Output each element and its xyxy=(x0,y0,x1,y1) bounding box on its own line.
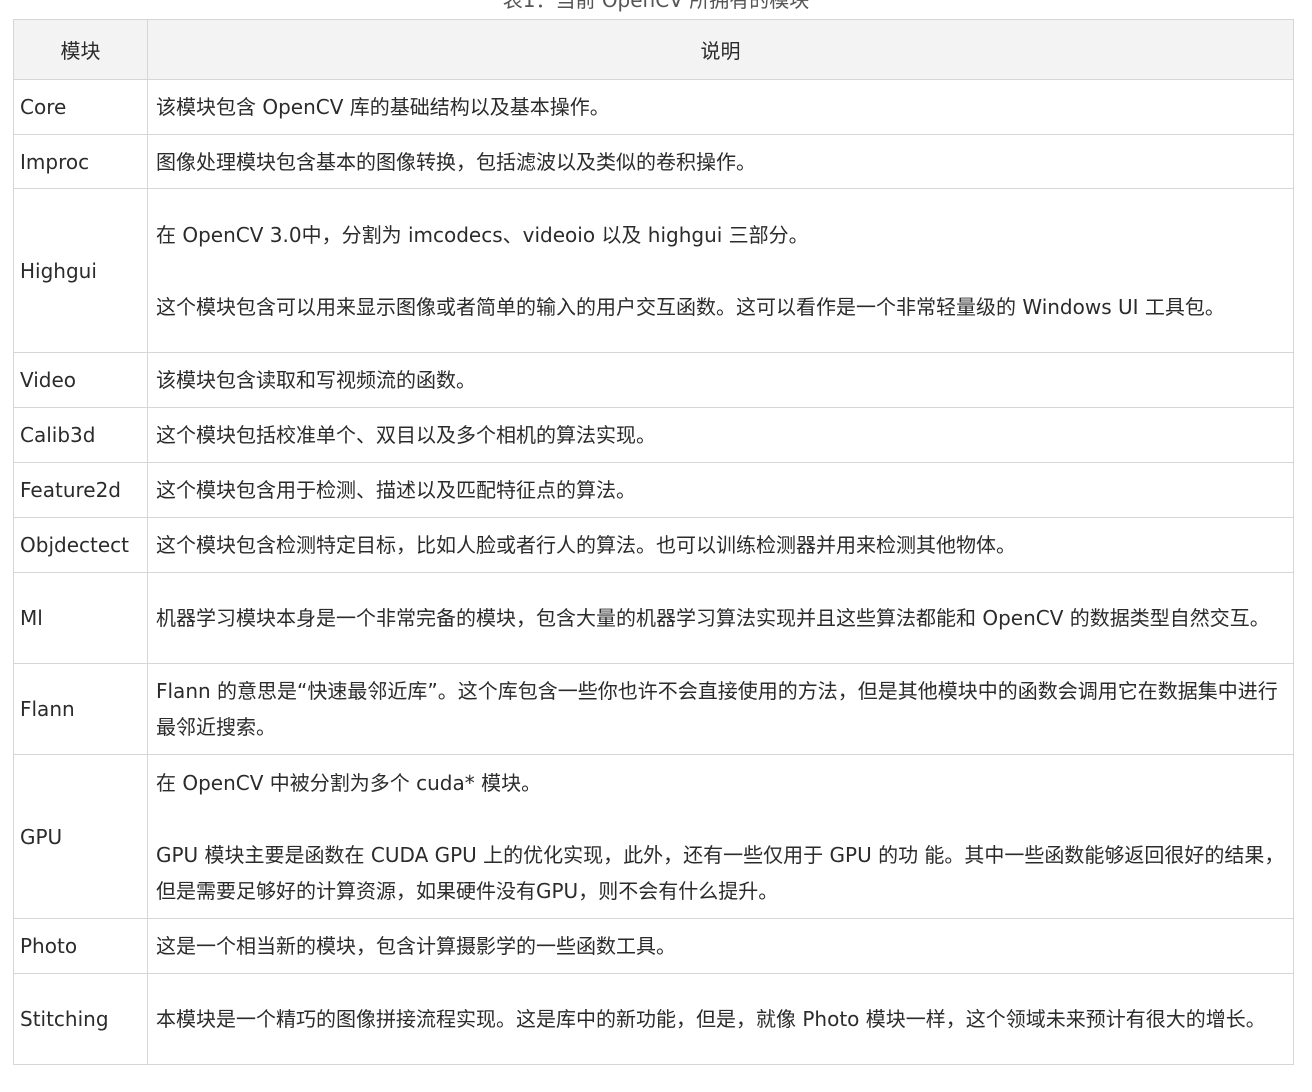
description-text: 本模块是一个精巧的图像拼接流程实现。这是库中的新功能，但是，就像 Photo 模… xyxy=(156,1007,1266,1031)
table-row: Improc 图像处理模块包含基本的图像转换，包括滤波以及类似的卷积操作。 xyxy=(13,134,1294,189)
description-text: 这个模块包括校准单个、双目以及多个相机的算法实现。 xyxy=(156,423,656,447)
module-description: Flann 的意思是“快速最邻近库”。这个库包含一些你也许不会直接使用的方法，但… xyxy=(147,663,1294,755)
description-text: 这是一个相当新的模块，包含计算摄影学的一些函数工具。 xyxy=(156,934,676,958)
module-description: 该模块包含 OpenCV 库的基础结构以及基本操作。 xyxy=(147,79,1294,135)
module-description: 这是一个相当新的模块，包含计算摄影学的一些函数工具。 xyxy=(147,918,1294,974)
description-text: 这个模块包含用于检测、描述以及匹配特征点的算法。 xyxy=(156,478,636,502)
table-row: Stitching 本模块是一个精巧的图像拼接流程实现。这是库中的新功能，但是，… xyxy=(13,973,1294,1065)
table-row: Photo 这是一个相当新的模块，包含计算摄影学的一些函数工具。 xyxy=(13,918,1294,974)
module-description: 这个模块包含检测特定目标，比如人脸或者行人的算法。也可以训练检测器并用来检测其他… xyxy=(147,517,1294,573)
module-name: Objdectect xyxy=(13,517,148,573)
description-text: 图像处理模块包含基本的图像转换，包括滤波以及类似的卷积操作。 xyxy=(156,149,756,174)
description-text: Flann 的意思是“快速最邻近库”。这个库包含一些你也许不会直接使用的方法，但… xyxy=(156,679,1278,739)
description-text: 该模块包含 OpenCV 库的基础结构以及基本操作。 xyxy=(156,95,610,119)
module-name: Stitching xyxy=(13,973,148,1065)
table-row: GPU 在 OpenCV 中被分割为多个 cuda* 模块。 GPU 模块主要是… xyxy=(13,754,1294,919)
table-row: Ml 机器学习模块本身是一个非常完备的模块，包含大量的机器学习算法实现并且这些算… xyxy=(13,572,1294,664)
module-description: 在 OpenCV 中被分割为多个 cuda* 模块。 GPU 模块主要是函数在 … xyxy=(147,754,1294,919)
module-description: 该模块包含读取和写视频流的函数。 xyxy=(147,352,1294,408)
modules-table: 模块 说明 Core 该模块包含 OpenCV 库的基础结构以及基本操作。 Im… xyxy=(13,19,1294,1065)
description-text: 该模块包含读取和写视频流的函数。 xyxy=(156,368,476,392)
table-row: Video 该模块包含读取和写视频流的函数。 xyxy=(13,352,1294,408)
module-description: 本模块是一个精巧的图像拼接流程实现。这是库中的新功能，但是，就像 Photo 模… xyxy=(147,973,1294,1065)
module-description: 图像处理模块包含基本的图像转换，包括滤波以及类似的卷积操作。 xyxy=(147,134,1294,189)
table-row: Calib3d 这个模块包括校准单个、双目以及多个相机的算法实现。 xyxy=(13,407,1294,463)
table-row: Feature2d 这个模块包含用于检测、描述以及匹配特征点的算法。 xyxy=(13,462,1294,518)
module-description: 这个模块包括校准单个、双目以及多个相机的算法实现。 xyxy=(147,407,1294,463)
module-name: Core xyxy=(13,79,148,135)
header-description: 说明 xyxy=(147,19,1294,80)
description-text: 这个模块包含检测特定目标，比如人脸或者行人的算法。也可以训练检测器并用来检测其他… xyxy=(156,533,1016,557)
description-text: 机器学习模块本身是一个非常完备的模块，包含大量的机器学习算法实现并且这些算法都能… xyxy=(156,606,1270,630)
module-name: Flann xyxy=(13,663,148,755)
table-row: Flann Flann 的意思是“快速最邻近库”。这个库包含一些你也许不会直接使… xyxy=(13,663,1294,755)
description-text: 在 OpenCV 3.0中，分割为 imcodecs、videoio 以及 hi… xyxy=(156,222,1225,319)
module-name: Feature2d xyxy=(13,462,148,518)
module-description: 在 OpenCV 3.0中，分割为 imcodecs、videoio 以及 hi… xyxy=(147,188,1294,353)
table-row: Highgui 在 OpenCV 3.0中，分割为 imcodecs、video… xyxy=(13,188,1294,353)
table-header-row: 模块 说明 xyxy=(13,19,1294,80)
header-module: 模块 xyxy=(13,19,148,80)
description-text: 在 OpenCV 中被分割为多个 cuda* 模块。 GPU 模块主要是函数在 … xyxy=(156,770,1285,903)
table-row: Core 该模块包含 OpenCV 库的基础结构以及基本操作。 xyxy=(13,79,1294,135)
module-description: 这个模块包含用于检测、描述以及匹配特征点的算法。 xyxy=(147,462,1294,518)
module-name: Calib3d xyxy=(13,407,148,463)
module-name: Highgui xyxy=(13,188,148,353)
module-name: Improc xyxy=(13,134,148,189)
module-name: Ml xyxy=(13,572,148,664)
table-caption: 表1：当前 OpenCV 所拥有的模块 xyxy=(502,0,810,12)
module-name: Video xyxy=(13,352,148,408)
module-name: GPU xyxy=(13,754,148,919)
module-description: 机器学习模块本身是一个非常完备的模块，包含大量的机器学习算法实现并且这些算法都能… xyxy=(147,572,1294,664)
module-name: Photo xyxy=(13,918,148,974)
table-row: Objdectect 这个模块包含检测特定目标，比如人脸或者行人的算法。也可以训… xyxy=(13,517,1294,573)
